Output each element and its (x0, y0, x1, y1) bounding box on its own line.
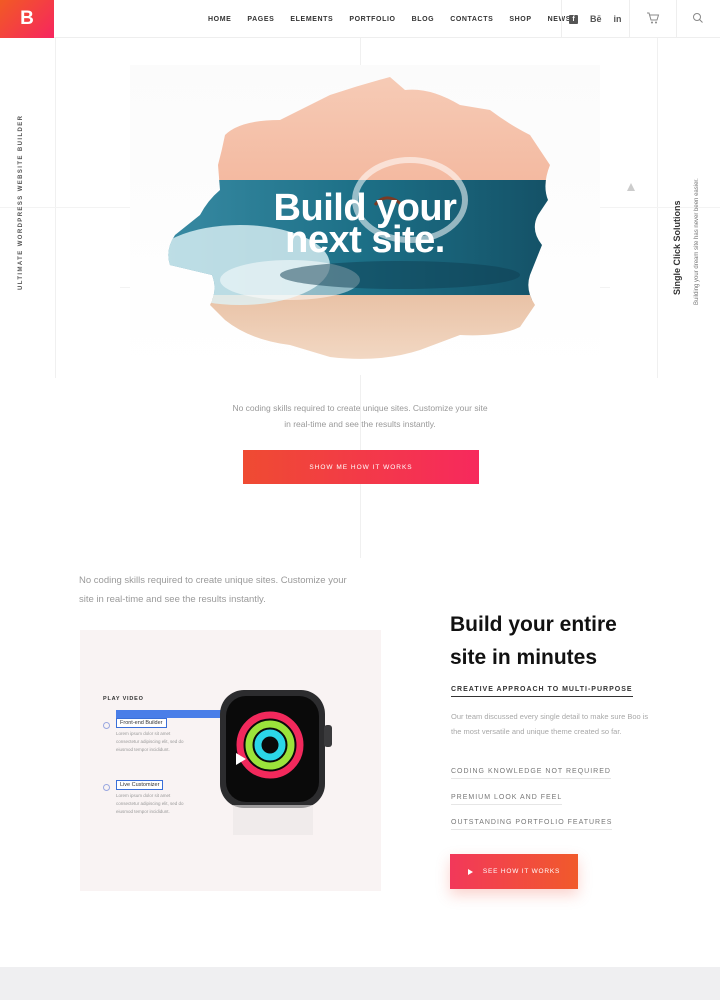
grid-line (55, 38, 56, 378)
hero-description: No coding skills required to create uniq… (200, 400, 520, 432)
see-how-button[interactable]: SEE HOW IT WORKS (450, 854, 578, 889)
nav-portfolio[interactable]: PORTFOLIO (349, 16, 395, 23)
grid-line (657, 38, 658, 378)
feature-dot (103, 722, 110, 729)
header-divider (561, 0, 562, 38)
section-title-line-1: Build your entire (450, 613, 617, 636)
facebook-icon[interactable]: f (569, 14, 578, 24)
main-nav: HOME PAGES ELEMENTS PORTFOLIO BLOG CONTA… (200, 0, 579, 38)
page: B HOME PAGES ELEMENTS PORTFOLIO BLOG CON… (0, 0, 720, 1000)
link-premium-look[interactable]: PREMIUM LOOK AND FEEL (451, 794, 563, 805)
header-divider (629, 0, 630, 38)
section-title-line-2: site in minutes (450, 646, 598, 669)
logo[interactable]: B (0, 0, 54, 38)
nav-elements[interactable]: ELEMENTS (290, 16, 333, 23)
play-video-label[interactable]: PLAY VIDEO (103, 696, 144, 702)
feature-description: Lorem ipsum dolor sit amet consectetur a… (116, 731, 184, 752)
search-icon[interactable] (692, 11, 704, 25)
play-icon (467, 868, 473, 875)
smartwatch-image (220, 690, 332, 835)
social-links: f Bē in (563, 0, 628, 38)
video-preview[interactable]: PLAY VIDEO Front-end Builder Lorem ipsum… (80, 630, 381, 891)
side-promo-title: Single Click Solutions (672, 200, 682, 295)
nav-pages[interactable]: PAGES (247, 16, 274, 23)
section-title: Build your entire site in minutes (450, 608, 690, 674)
feature-description: Lorem ipsum dolor sit amet consectetur a… (116, 793, 184, 814)
creative-heading: CREATIVE APPROACH TO MULTI-PURPOSE (451, 686, 633, 697)
scroll-arrow-icon (627, 183, 635, 191)
section-description: No coding skills required to create uniq… (79, 571, 389, 609)
hero-desc-line-2: in real-time and see the results instant… (284, 419, 436, 429)
section-desc-line-1: No coding skills required to create uniq… (79, 575, 347, 586)
nav-shop[interactable]: SHOP (509, 16, 531, 23)
header-divider (676, 0, 677, 38)
nav-contacts[interactable]: CONTACTS (450, 16, 493, 23)
section-desc-line-2: site in real-time and see the results in… (79, 594, 266, 605)
see-how-button-label: SEE HOW IT WORKS (482, 868, 561, 875)
hero-title-line-2: next site. (285, 219, 445, 261)
hero: Build your next site. (130, 65, 600, 375)
feature-dot (103, 784, 110, 791)
linkedin-icon[interactable]: in (614, 14, 622, 24)
behance-icon[interactable]: Bē (590, 14, 602, 24)
link-coding-knowledge[interactable]: CODING KNOWLEDGE NOT REQUIRED (451, 768, 611, 779)
link-portfolio-features[interactable]: OUTSTANDING PORTFOLIO FEATURES (451, 819, 613, 830)
side-promo-subtitle: Building your dream site has never been … (694, 178, 700, 305)
hero-desc-line-1: No coding skills required to create uniq… (232, 403, 488, 413)
feature-front-end-builder: Front-end Builder (116, 718, 167, 728)
hero-title: Build your next site. (130, 189, 600, 261)
footer-band (0, 967, 720, 1000)
cart-icon[interactable] (646, 11, 660, 25)
nav-home[interactable]: HOME (208, 16, 231, 23)
feature-live-customizer: Live Customizer (116, 780, 164, 790)
section-body: Our team discussed every single detail t… (451, 712, 649, 736)
nav-blog[interactable]: BLOG (412, 16, 435, 23)
site-header: B HOME PAGES ELEMENTS PORTFOLIO BLOG CON… (0, 0, 720, 38)
show-me-button[interactable]: SHOW ME HOW IT WORKS (243, 450, 479, 484)
side-tagline: ULTIMATE WORDPRESS WEBSITE BUILDER (18, 114, 24, 290)
